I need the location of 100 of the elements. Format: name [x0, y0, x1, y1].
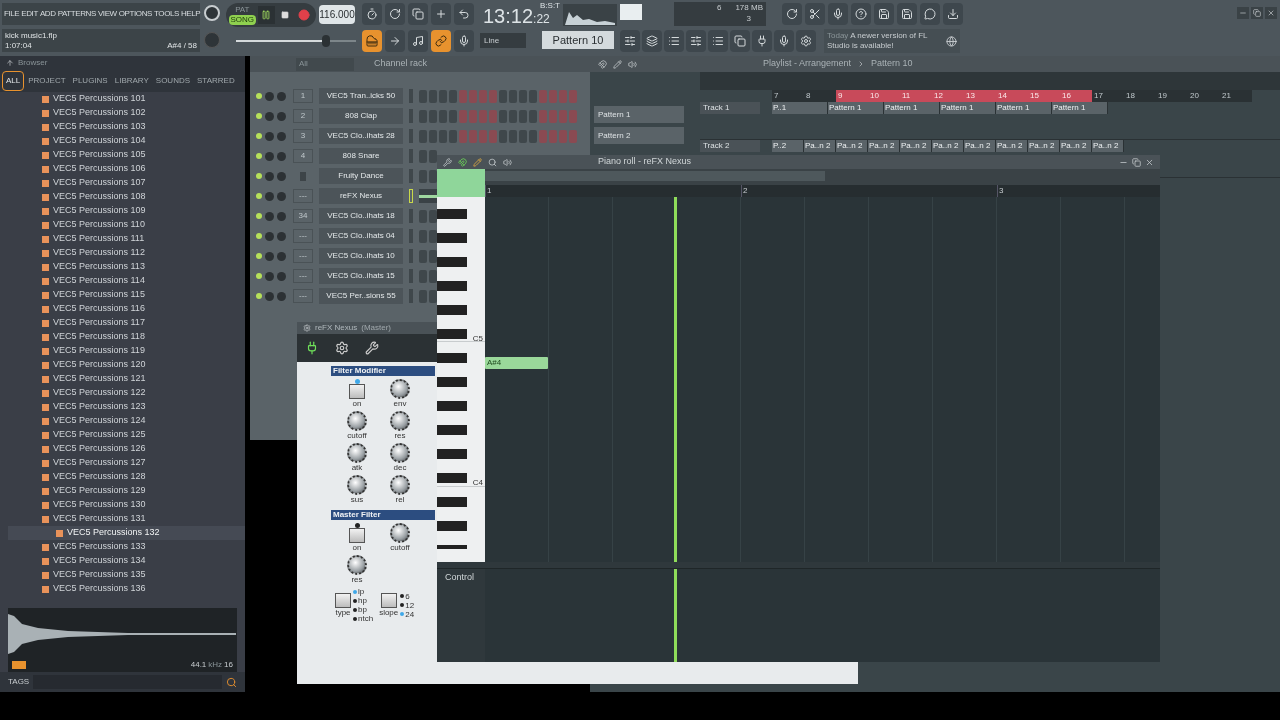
- cut-button[interactable]: [805, 3, 825, 25]
- magnet-icon[interactable]: [598, 59, 607, 69]
- browser-item[interactable]: VEC5 Percussions 117: [0, 316, 245, 330]
- step-button[interactable]: [439, 129, 447, 143]
- browser-item[interactable]: VEC5 Percussions 135: [0, 568, 245, 582]
- countdown-button[interactable]: [408, 3, 428, 25]
- help-button[interactable]: [851, 3, 871, 25]
- mixer-track-number[interactable]: 1: [293, 89, 313, 103]
- step-button[interactable]: [499, 109, 507, 123]
- metronome-button[interactable]: [362, 3, 382, 25]
- step-button[interactable]: [449, 89, 457, 103]
- pattern-clip[interactable]: Pa..n 2: [1060, 140, 1092, 152]
- pencil-icon[interactable]: [613, 59, 622, 69]
- scroll-bar[interactable]: [485, 171, 825, 181]
- restore-icon[interactable]: [1132, 157, 1141, 167]
- undo-history-button[interactable]: [782, 3, 802, 25]
- browser-item[interactable]: VEC5 Percussions 107: [0, 176, 245, 190]
- pattern-clip[interactable]: P..1: [772, 102, 828, 114]
- pattern-item[interactable]: Pattern 2: [594, 127, 684, 144]
- browser-item[interactable]: VEC5 Percussions 131: [0, 512, 245, 526]
- pattern-clip[interactable]: Pattern 1: [884, 102, 940, 114]
- pattern-clip[interactable]: Pa..n 2: [804, 140, 836, 152]
- link-button[interactable]: [431, 30, 451, 52]
- snap-selector[interactable]: Line: [480, 33, 526, 48]
- browser-item[interactable]: VEC5 Percussions 106: [0, 162, 245, 176]
- browser-item[interactable]: VEC5 Percussions 116: [0, 302, 245, 316]
- tool-button[interactable]: [664, 30, 684, 52]
- channel-button[interactable]: VEC5 Clo..ihats 04: [319, 228, 403, 244]
- step-button[interactable]: [419, 289, 427, 303]
- browser-item[interactable]: VEC5 Percussions 110: [0, 218, 245, 232]
- mixer-track-number[interactable]: 2: [293, 109, 313, 123]
- menu-item[interactable]: OPTIONS: [118, 8, 152, 20]
- wrench-icon[interactable]: [365, 341, 379, 355]
- channel-button[interactable]: 808 Snare: [319, 148, 403, 164]
- slide-button[interactable]: [408, 30, 428, 52]
- option-light[interactable]: [353, 607, 357, 612]
- mixer-track-number[interactable]: 4: [293, 149, 313, 163]
- channel-button[interactable]: VEC5 Per..sions 55: [319, 288, 403, 304]
- channel-led[interactable]: [256, 193, 262, 199]
- channel-led[interactable]: [256, 153, 262, 159]
- zoom-icon[interactable]: [488, 157, 497, 167]
- channel-button[interactable]: reFX Nexus: [319, 188, 403, 204]
- step-button[interactable]: [429, 209, 437, 223]
- step-button[interactable]: [439, 109, 447, 123]
- browser-item[interactable]: VEC5 Percussions 120: [0, 358, 245, 372]
- pattern-clip[interactable]: Pa..n 2: [964, 140, 996, 152]
- master-pitch-knob[interactable]: [204, 32, 220, 48]
- step-edit-button[interactable]: [385, 30, 405, 52]
- step-button[interactable]: [429, 109, 437, 123]
- step-button[interactable]: [429, 149, 437, 163]
- track-header[interactable]: Track 1: [700, 102, 760, 114]
- tool-button[interactable]: [620, 30, 640, 52]
- menu-item[interactable]: FILE: [4, 8, 20, 20]
- speaker-icon[interactable]: [503, 157, 512, 167]
- tempo-display[interactable]: 116.000: [319, 5, 355, 24]
- pattern-clip[interactable]: Pa..n 2: [1028, 140, 1060, 152]
- mixer-track-number[interactable]: ---: [293, 289, 313, 303]
- pencil-icon[interactable]: [473, 157, 482, 167]
- browser-tab[interactable]: STARRED: [194, 72, 238, 90]
- browser-item[interactable]: VEC5 Percussions 132: [8, 526, 245, 540]
- tool-button[interactable]: [686, 30, 706, 52]
- up-arrow-icon[interactable]: [6, 59, 14, 67]
- channel-led[interactable]: [256, 253, 262, 259]
- step-button[interactable]: [419, 149, 427, 163]
- pattern-clip[interactable]: Pa..n 2: [836, 140, 868, 152]
- browser-item[interactable]: VEC5 Percussions 108: [0, 190, 245, 204]
- mixer-track-number[interactable]: 3: [293, 129, 313, 143]
- browser-item[interactable]: VEC5 Percussions 133: [0, 540, 245, 554]
- option-light[interactable]: [400, 594, 405, 598]
- step-button[interactable]: [429, 269, 437, 283]
- browser-item[interactable]: VEC5 Percussions 128: [0, 470, 245, 484]
- channel-button[interactable]: Fruity Dance: [319, 168, 403, 184]
- save-button[interactable]: [874, 3, 894, 25]
- browser-item[interactable]: VEC5 Percussions 118: [0, 330, 245, 344]
- step-button[interactable]: [429, 229, 437, 243]
- download-button[interactable]: [943, 3, 963, 25]
- browser-item[interactable]: VEC5 Percussions 125: [0, 428, 245, 442]
- tool-button[interactable]: [642, 30, 662, 52]
- step-button[interactable]: [519, 129, 527, 143]
- sharp-keys[interactable]: [437, 209, 467, 549]
- option-light[interactable]: [400, 603, 405, 607]
- pattern-clip[interactable]: Pa..n 2: [900, 140, 932, 152]
- browser-tab[interactable]: LIBRARY: [111, 72, 152, 90]
- menu-item[interactable]: VIEW: [97, 8, 117, 20]
- step-button[interactable]: [429, 89, 437, 103]
- toggle-button[interactable]: [349, 384, 365, 399]
- knob[interactable]: [390, 379, 410, 399]
- mode-toggle[interactable]: PAT: [229, 5, 256, 15]
- browser-item[interactable]: VEC5 Percussions 136: [0, 582, 245, 596]
- selector-button[interactable]: [335, 593, 351, 608]
- channel-led[interactable]: [256, 133, 262, 139]
- track-header[interactable]: Track 2: [700, 140, 760, 152]
- browser-item[interactable]: VEC5 Percussions 124: [0, 414, 245, 428]
- browser-item[interactable]: VEC5 Percussions 101: [0, 92, 245, 106]
- pattern-mode-button[interactable]: [362, 30, 382, 52]
- blend-button[interactable]: [431, 3, 451, 25]
- pattern-clip[interactable]: Pa..n 2: [1092, 140, 1124, 152]
- chat-button[interactable]: [920, 3, 940, 25]
- typing-keyboard-button[interactable]: [454, 30, 474, 52]
- channel-button[interactable]: VEC5 Clo..ihats 18: [319, 208, 403, 224]
